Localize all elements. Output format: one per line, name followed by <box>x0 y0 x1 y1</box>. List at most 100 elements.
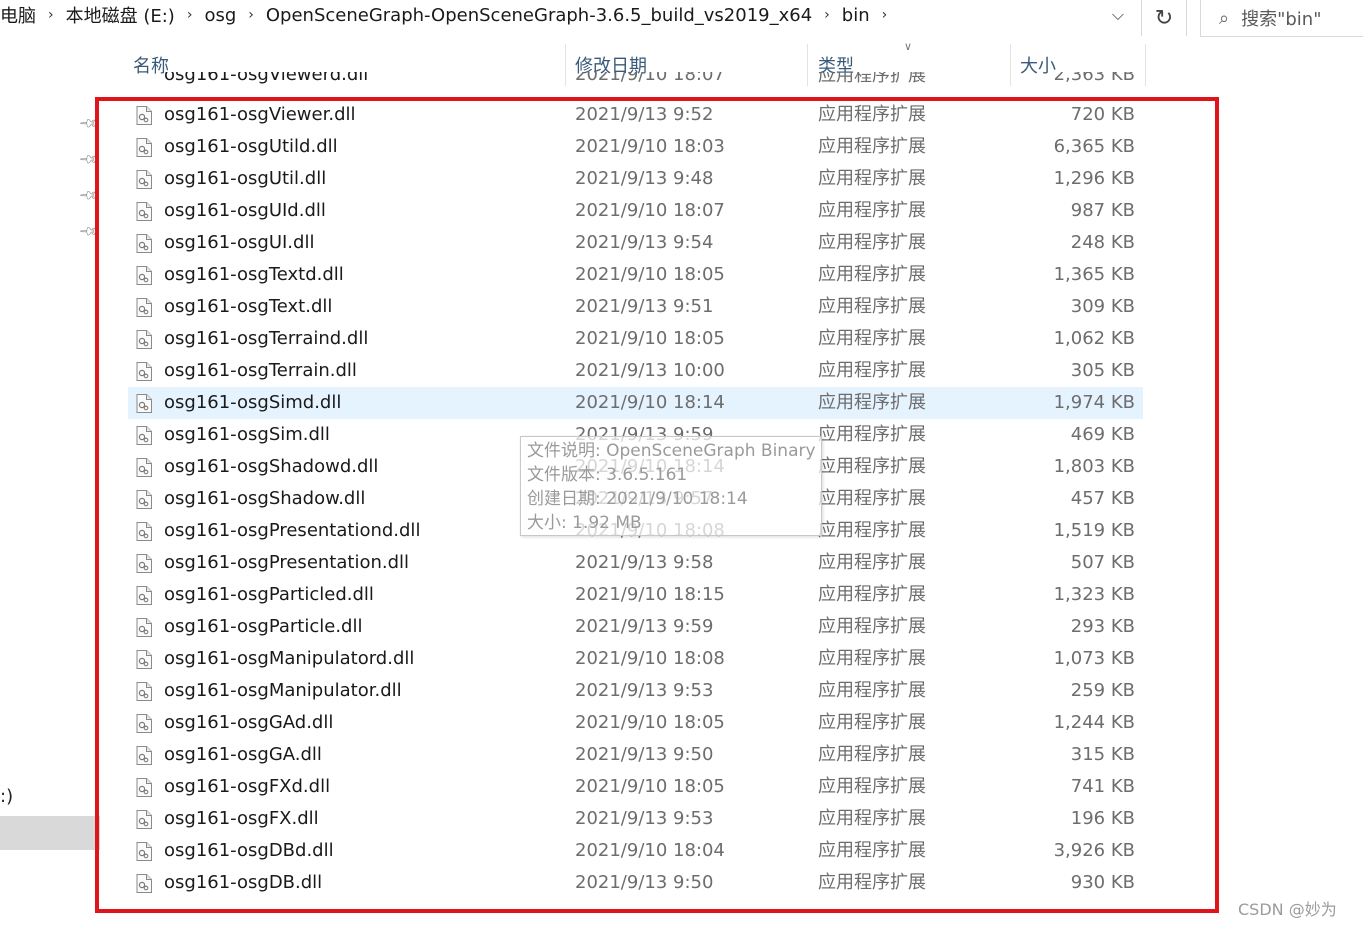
file-row[interactable]: osg161-osgPresentation.dll 2021/9/13 9:58… <box>128 547 1143 579</box>
file-date: 2021/9/10 18:03 <box>575 136 725 157</box>
chevron-right-icon[interactable]: › <box>42 7 60 23</box>
file-date: 2021/9/13 9:58 <box>575 552 714 573</box>
file-type: 应用程序扩展 <box>818 840 926 861</box>
breadcrumb-item[interactable]: OpenSceneGraph-OpenSceneGraph-3.6.5_buil… <box>260 5 818 26</box>
file-row[interactable]: osg161-osgUI.dll 2021/9/13 9:54 应用程序扩展 248 … <box>128 227 1143 259</box>
file-size: 305 KB <box>1070 360 1135 381</box>
dll-file-icon <box>136 426 152 445</box>
file-type: 应用程序扩展 <box>818 616 926 637</box>
file-date: 2021/9/13 9:59 <box>575 616 714 637</box>
breadcrumb-item[interactable]: osg <box>198 5 242 26</box>
file-row[interactable]: osg161-osgParticled.dll 2021/9/10 18:15 应用… <box>128 579 1143 611</box>
file-date: 2021/9/10 18:08 <box>575 648 725 669</box>
file-name: osg161-osgFX.dll <box>164 808 319 829</box>
file-type: 应用程序扩展 <box>818 72 926 86</box>
dll-file-icon <box>136 746 152 765</box>
file-name: osg161-osgViewer.dll <box>164 104 356 125</box>
file-row[interactable]: osg161-osgViewer.dll 2021/9/13 9:52 应用程序扩展… <box>128 99 1143 131</box>
tooltip-size: 大小: 1.92 MB <box>527 513 642 533</box>
file-row[interactable]: osg161-osgUtild.dll 2021/9/10 18:03 应用程序扩展… <box>128 131 1143 163</box>
file-size: 720 KB <box>1070 104 1135 125</box>
dll-file-icon <box>136 330 152 349</box>
breadcrumb-item[interactable]: 本地磁盘 (E:) <box>60 2 181 28</box>
file-name: osg161-osgParticled.dll <box>164 584 374 605</box>
file-date: 2021/9/13 9:50 <box>575 744 714 765</box>
pin-icon: 📌︎ <box>77 184 100 207</box>
file-size: 1,365 KB <box>1053 264 1135 285</box>
file-row[interactable]: osg161-osgUtil.dll 2021/9/13 9:48 应用程序扩展 1,… <box>128 163 1143 195</box>
file-type: 应用程序扩展 <box>818 520 926 541</box>
pin-icon: 📌︎ <box>77 220 100 243</box>
file-date: 2021/9/10 18:14 <box>575 392 725 413</box>
file-row-partial[interactable]: osg161-osgViewerd.dll 2021/9/10 18:07 应用… <box>128 72 1143 92</box>
file-info-tooltip: 文件说明: OpenSceneGraph Binary 文件版本: 3.6.5.… <box>520 436 822 536</box>
chevron-right-icon[interactable]: › <box>242 7 260 23</box>
file-name: osg161-osgManipulator.dll <box>164 680 402 701</box>
file-date: 2021/9/10 18:04 <box>575 840 725 861</box>
dll-file-icon <box>136 714 152 733</box>
dll-file-icon <box>136 362 152 381</box>
file-row[interactable]: osg161-osgParticle.dll 2021/9/13 9:59 应用程序… <box>128 611 1143 643</box>
file-size: 1,296 KB <box>1053 168 1135 189</box>
search-box[interactable]: ⌕ 搜索"bin" <box>1200 0 1363 37</box>
nav-item-drive[interactable]: :) <box>0 786 13 807</box>
file-size: 3,926 KB <box>1053 840 1135 861</box>
file-row[interactable]: osg161-osgDBd.dll 2021/9/10 18:04 应用程序扩展 3,… <box>128 835 1143 867</box>
file-type: 应用程序扩展 <box>818 680 926 701</box>
file-name: osg161-osgUId.dll <box>164 200 326 221</box>
pin-icon: 📌︎ <box>77 148 100 171</box>
file-size: 930 KB <box>1070 872 1135 893</box>
breadcrumb-item[interactable]: 电脑 <box>0 2 42 28</box>
chevron-right-icon[interactable]: › <box>181 7 199 23</box>
file-name: osg161-osgText.dll <box>164 296 333 317</box>
file-size: 457 KB <box>1070 488 1135 509</box>
file-row[interactable]: osg161-osgTerrain.dll 2021/9/13 10:00 应用程序… <box>128 355 1143 387</box>
file-date: 2021/9/13 9:48 <box>575 168 714 189</box>
file-name: osg161-osgSimd.dll <box>164 392 342 413</box>
file-row[interactable]: osg161-osgFXd.dll 2021/9/10 18:05 应用程序扩展 74… <box>128 771 1143 803</box>
file-type: 应用程序扩展 <box>818 808 926 829</box>
file-date: 2021/9/13 10:00 <box>575 360 725 381</box>
chevron-right-icon[interactable]: › <box>818 7 836 23</box>
file-size: 741 KB <box>1070 776 1135 797</box>
file-row[interactable]: osg161-osgDB.dll 2021/9/13 9:50 应用程序扩展 930 … <box>128 867 1143 899</box>
file-row[interactable]: osg161-osgGAd.dll 2021/9/10 18:05 应用程序扩展 1,… <box>128 707 1143 739</box>
dll-file-icon <box>136 202 152 221</box>
file-size: 6,365 KB <box>1053 136 1135 157</box>
chevron-down-icon[interactable]: ⌵ <box>1098 0 1138 30</box>
file-date: 2021/9/13 9:53 <box>575 680 714 701</box>
file-name: osg161-osgPresentationd.dll <box>164 520 421 541</box>
file-type: 应用程序扩展 <box>818 136 926 157</box>
file-size: 1,974 KB <box>1053 392 1135 413</box>
file-size: 196 KB <box>1070 808 1135 829</box>
file-type: 应用程序扩展 <box>818 424 926 445</box>
file-type: 应用程序扩展 <box>818 648 926 669</box>
file-size: 469 KB <box>1070 424 1135 445</box>
file-type: 应用程序扩展 <box>818 712 926 733</box>
breadcrumb[interactable]: 电脑 › 本地磁盘 (E:) › osg › OpenSceneGraph-OpenScen… <box>0 0 893 30</box>
file-name: osg161-osgTerrain.dll <box>164 360 357 381</box>
file-date: 2021/9/10 18:05 <box>575 776 725 797</box>
column-divider[interactable] <box>1145 44 1146 86</box>
file-row[interactable]: osg161-osgManipulatord.dll 2021/9/10 18:0… <box>128 643 1143 675</box>
file-type: 应用程序扩展 <box>818 744 926 765</box>
file-row[interactable]: osg161-osgUId.dll 2021/9/10 18:07 应用程序扩展 98… <box>128 195 1143 227</box>
dll-file-icon <box>136 554 152 573</box>
file-row[interactable]: osg161-osgText.dll 2021/9/13 9:51 应用程序扩展 30… <box>128 291 1143 323</box>
file-row[interactable]: osg161-osgTerraind.dll 2021/9/10 18:05 应用程… <box>128 323 1143 355</box>
dll-file-icon <box>136 394 152 413</box>
nav-item-selected[interactable] <box>0 816 100 850</box>
file-date: 2021/9/10 18:07 <box>575 72 725 85</box>
watermark: CSDN @妙为 <box>1238 900 1337 919</box>
dll-file-icon <box>136 106 152 125</box>
file-row[interactable]: osg161-osgGA.dll 2021/9/13 9:50 应用程序扩展 315 … <box>128 739 1143 771</box>
breadcrumb-item[interactable]: bin <box>836 5 876 26</box>
file-row[interactable]: osg161-osgSimd.dll 2021/9/10 18:14 应用程序扩展 1… <box>128 387 1143 419</box>
refresh-icon[interactable]: ↻ <box>1141 0 1187 36</box>
file-row[interactable]: osg161-osgFX.dll 2021/9/13 9:53 应用程序扩展 196 … <box>128 803 1143 835</box>
chevron-right-icon[interactable]: › <box>876 7 894 23</box>
file-name: osg161-osgUI.dll <box>164 232 315 253</box>
file-size: 2,363 KB <box>1053 72 1135 85</box>
file-row[interactable]: osg161-osgManipulator.dll 2021/9/13 9:53 应… <box>128 675 1143 707</box>
file-row[interactable]: osg161-osgTextd.dll 2021/9/10 18:05 应用程序扩展… <box>128 259 1143 291</box>
